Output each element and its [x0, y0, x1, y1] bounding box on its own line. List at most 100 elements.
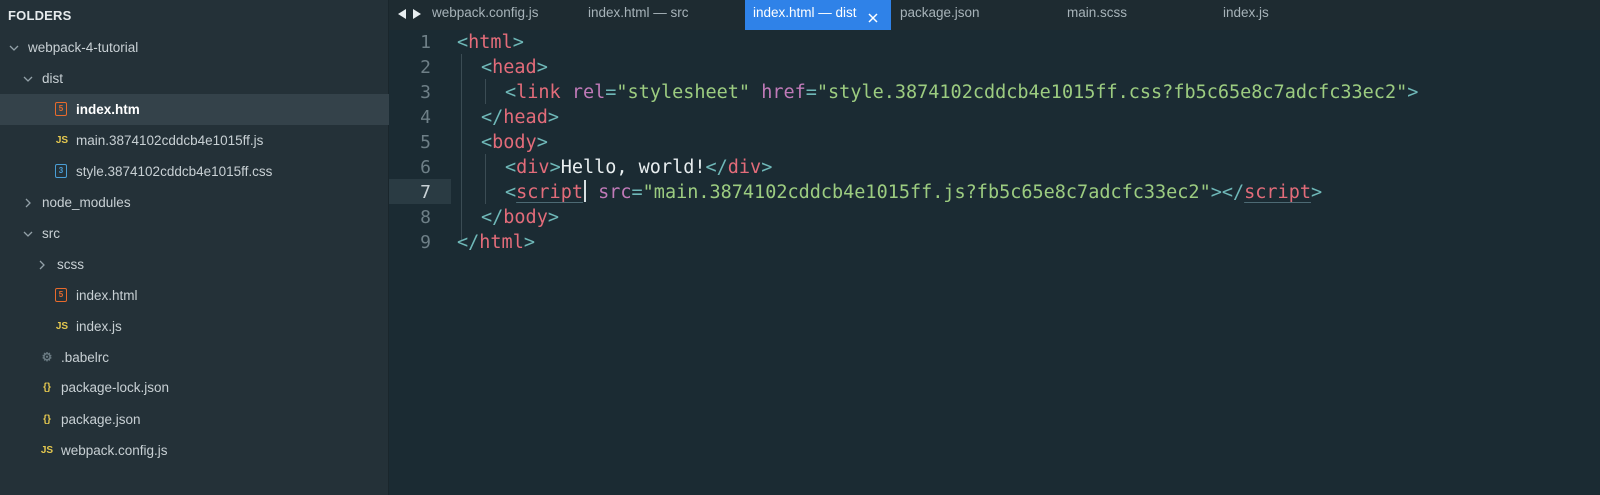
code-token: html: [468, 32, 513, 53]
tree-file-main-js[interactable]: JS main.3874102cddcb4e1015ff.js: [0, 125, 389, 156]
code-token: head: [503, 107, 548, 128]
chevron-down-icon[interactable]: [8, 32, 20, 63]
code-token: link: [516, 82, 561, 103]
line-number: 2: [420, 57, 431, 78]
code-token: "style.3874102cddcb4e1015ff.css?fb5c65e8…: [816, 82, 1408, 103]
indent-guide: [485, 79, 486, 104]
tree-item-label: scss: [57, 257, 84, 272]
code-token: <: [481, 132, 493, 153]
code-line[interactable]: <script src="main.3874102cddcb4e1015ff.j…: [505, 180, 1322, 205]
tab-bar: webpack.config.js index.html — src index…: [389, 0, 1600, 30]
code-line[interactable]: <body>: [481, 130, 548, 155]
tree-item-label: index.js: [76, 319, 122, 334]
code-token: div: [516, 157, 550, 178]
tab-index-js[interactable]: index.js: [1223, 0, 1323, 30]
code-token: "stylesheet": [616, 82, 751, 103]
tree-file-dist-index-html[interactable]: 5 index.htm: [0, 94, 389, 125]
triangle-right-icon[interactable]: [413, 9, 421, 19]
css3-icon: 3: [55, 164, 67, 178]
code-token: ></: [1210, 182, 1245, 203]
tree-file-webpack-config-js[interactable]: JS webpack.config.js: [0, 435, 389, 466]
tree-file-style-css[interactable]: 3 style.3874102cddcb4e1015ff.css: [0, 156, 389, 187]
code-token: >: [512, 32, 524, 53]
code-token: =: [605, 82, 617, 103]
tree-file-babelrc[interactable]: ⚙ .babelrc: [0, 342, 389, 373]
code-token: href: [761, 82, 806, 103]
tree-folder-scss[interactable]: scss: [0, 249, 389, 280]
tab-label: index.html — dist: [753, 5, 857, 20]
tree-file-package-json[interactable]: {} package.json: [0, 404, 389, 435]
tab-webpack-config-js[interactable]: webpack.config.js: [432, 0, 582, 30]
line-number: 1: [420, 32, 431, 53]
tree-folder-dist[interactable]: dist: [0, 63, 389, 94]
code-token: head: [492, 57, 537, 78]
code-token: script: [516, 182, 583, 203]
chevron-right-icon[interactable]: [36, 249, 48, 280]
line-number: 8: [420, 207, 431, 228]
code-token: >: [536, 57, 548, 78]
tab-main-scss[interactable]: main.scss: [1067, 0, 1187, 30]
tree-item-label: node_modules: [42, 195, 131, 210]
tree-item-label: main.3874102cddcb4e1015ff.js: [76, 133, 264, 148]
tree-item-label: index.htm: [76, 102, 140, 117]
triangle-left-icon[interactable]: [398, 9, 406, 19]
code-token: <: [481, 57, 493, 78]
code-token: </: [457, 232, 480, 253]
tab-index-html-src[interactable]: index.html — src: [588, 0, 728, 30]
javascript-icon: JS: [55, 321, 69, 332]
tree-folder-node-modules[interactable]: node_modules: [0, 187, 389, 218]
tree-file-src-index-html[interactable]: 5 index.html: [0, 280, 389, 311]
code-line[interactable]: </body>: [481, 205, 559, 230]
code-token: script: [1244, 182, 1311, 203]
code-token: </: [481, 207, 504, 228]
tab-label: main.scss: [1067, 5, 1128, 20]
json-braces-icon: {}: [43, 414, 51, 425]
indent-guide: [461, 54, 462, 240]
html5-icon: 5: [55, 102, 67, 116]
chevron-down-icon[interactable]: [22, 218, 34, 249]
code-token: body: [503, 207, 548, 228]
code-token: >: [547, 207, 559, 228]
tree-item-label: webpack-4-tutorial: [28, 40, 139, 55]
code-editor[interactable]: 123456789 <html> <head> <link rel="stylesh…: [389, 30, 1600, 495]
tab-package-json[interactable]: package.json: [900, 0, 1040, 30]
code-token: >: [1310, 182, 1323, 203]
code-line[interactable]: <div>Hello, world!</div>: [505, 155, 772, 180]
code-token: rel: [571, 82, 606, 103]
code-line[interactable]: <head>: [481, 55, 548, 80]
code-token: src: [598, 182, 632, 203]
code-token: >: [536, 132, 548, 153]
code-token: div: [727, 157, 762, 178]
code-token: <: [457, 32, 469, 53]
code-line[interactable]: </html>: [457, 230, 535, 255]
sidebar: FOLDERS webpack-4-tutorial dist 5 index.…: [0, 0, 389, 495]
chevron-right-icon[interactable]: [22, 187, 34, 218]
tree-folder-src[interactable]: src: [0, 218, 389, 249]
tree-folder-webpack-4-tutorial[interactable]: webpack-4-tutorial: [0, 32, 389, 63]
html5-icon: 5: [55, 288, 67, 302]
javascript-icon: JS: [40, 445, 54, 456]
code-line[interactable]: <html>: [457, 30, 524, 55]
code-token: >: [1407, 82, 1419, 103]
code-token: <: [505, 82, 517, 103]
line-number: 9: [420, 232, 431, 253]
code-line[interactable]: </head>: [481, 105, 559, 130]
chevron-down-icon[interactable]: [22, 63, 34, 94]
indent-guide: [485, 154, 486, 204]
tab-index-html-dist[interactable]: index.html — dist: [745, 0, 891, 30]
code-line[interactable]: <link rel="stylesheet" href="style.38741…: [505, 80, 1418, 105]
tab-label: index.html — src: [588, 5, 689, 20]
tree-file-package-lock-json[interactable]: {} package-lock.json: [0, 372, 389, 403]
tab-navigation: [397, 6, 425, 22]
code-token: html: [479, 232, 524, 253]
tree-file-index-js[interactable]: JS index.js: [0, 311, 389, 342]
close-icon[interactable]: [867, 7, 879, 23]
tree-item-label: src: [42, 226, 60, 241]
gear-icon: ⚙: [41, 350, 53, 364]
json-braces-icon: {}: [43, 382, 51, 393]
tab-label: webpack.config.js: [432, 5, 539, 20]
code-token: >: [547, 107, 559, 128]
